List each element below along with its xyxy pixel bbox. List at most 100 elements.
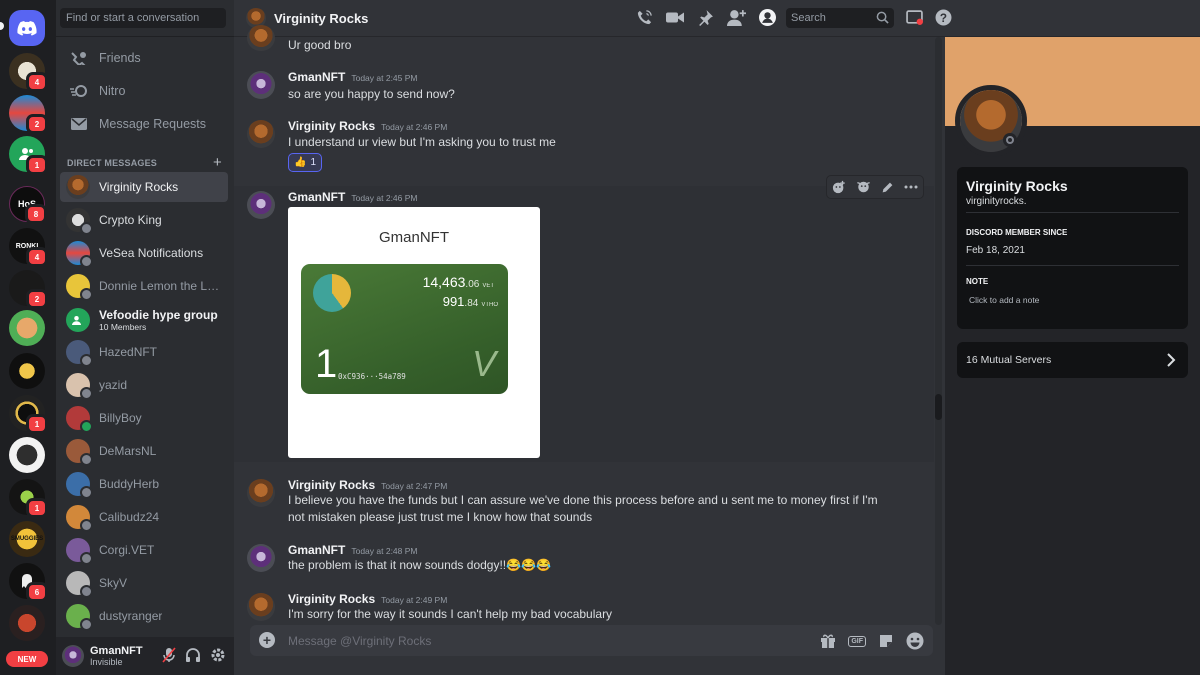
message-author[interactable]: GmanNFT xyxy=(288,70,345,84)
super-reaction-icon[interactable] xyxy=(856,180,871,194)
avatar[interactable] xyxy=(247,544,275,572)
sticker-icon[interactable] xyxy=(878,633,894,649)
create-dm-plus-icon[interactable]: + xyxy=(213,154,222,171)
profile-avatar[interactable] xyxy=(955,85,1027,157)
wallet-address: 0xC936···54a789 xyxy=(338,372,406,381)
user-avatar[interactable] xyxy=(62,645,84,667)
avatar[interactable] xyxy=(247,191,275,219)
video-call-icon[interactable] xyxy=(666,9,684,26)
show-user-profile-icon[interactable] xyxy=(759,9,776,26)
avatar xyxy=(66,340,93,367)
nav-friends[interactable]: Friends xyxy=(60,43,228,73)
nav-label: Nitro xyxy=(99,84,126,98)
friends-icon xyxy=(68,50,90,66)
edit-pencil-icon[interactable] xyxy=(881,181,894,194)
dm-item[interactable]: VeSea Notifications xyxy=(60,238,228,268)
member-since-label: DISCORD MEMBER SINCE xyxy=(966,228,1068,237)
avatar[interactable] xyxy=(247,120,275,148)
message-author[interactable]: Virginity Rocks xyxy=(288,119,375,133)
server-icon[interactable] xyxy=(9,437,45,473)
dm-item[interactable]: Corgi.VET xyxy=(60,535,228,565)
reaction-thumbs-up[interactable]: 👍 1 xyxy=(288,153,322,172)
dm-name: yazid xyxy=(99,378,128,392)
server-icon[interactable]: 2 xyxy=(9,270,48,309)
server-icon[interactable] xyxy=(9,353,45,389)
gift-icon[interactable] xyxy=(820,633,836,649)
server-icon[interactable]: SMUGGIES xyxy=(9,521,45,557)
voice-call-icon[interactable] xyxy=(636,9,653,26)
more-options-icon[interactable] xyxy=(904,184,918,190)
dm-item[interactable]: Calibudz24 xyxy=(60,502,228,532)
add-reaction-icon[interactable] xyxy=(832,180,846,194)
add-friend-to-dm-icon[interactable] xyxy=(727,9,746,26)
dm-item[interactable]: BillyBoy xyxy=(60,403,228,433)
new-unreads-pill[interactable]: NEW xyxy=(6,651,48,667)
user-info[interactable]: GmanNFT Invisible xyxy=(90,645,143,668)
unread-badge: 4 xyxy=(26,72,48,92)
headphones-icon[interactable] xyxy=(185,647,201,663)
mutual-servers-button[interactable]: 16 Mutual Servers xyxy=(957,342,1188,378)
server-icon[interactable]: 6 xyxy=(9,563,48,602)
message-author[interactable]: GmanNFT xyxy=(288,543,345,557)
discord-home-button[interactable] xyxy=(9,10,45,46)
avatar xyxy=(66,571,93,598)
avatar xyxy=(66,505,93,532)
server-icon[interactable]: 2 xyxy=(9,95,48,134)
status-indicator xyxy=(80,618,93,631)
upload-plus-icon[interactable]: + xyxy=(259,632,275,648)
settings-gear-icon[interactable] xyxy=(210,647,226,663)
server-icon[interactable]: RONKI 4 xyxy=(9,228,48,267)
dm-item[interactable]: HazedNFT xyxy=(60,337,228,367)
message-timestamp: Today at 2:47 PM xyxy=(381,481,448,491)
dm-item[interactable]: dustyranger xyxy=(60,601,228,631)
avatar xyxy=(66,241,93,268)
dm-name: Corgi.VET xyxy=(99,543,155,557)
server-icon[interactable]: 1 xyxy=(9,395,48,434)
nav-nitro[interactable]: Nitro xyxy=(60,76,228,106)
message-author[interactable]: Virginity Rocks xyxy=(288,478,375,492)
message-author[interactable]: GmanNFT xyxy=(288,190,345,204)
server-icon[interactable]: 1 xyxy=(9,479,48,518)
dm-item[interactable]: Vefoodie hype group 10 Members xyxy=(60,304,228,336)
server-icon[interactable]: HoS 8 xyxy=(9,186,47,224)
inbox-icon[interactable] xyxy=(906,9,923,26)
dm-name: dustyranger xyxy=(99,609,163,623)
find-conversation-button[interactable]: Find or start a conversation xyxy=(60,8,226,28)
channel-title[interactable]: Virginity Rocks xyxy=(274,11,368,26)
dm-item[interactable]: Virginity Rocks xyxy=(60,172,228,202)
dm-item[interactable]: Crypto King xyxy=(60,205,228,235)
message-timestamp: Today at 2:45 PM xyxy=(351,73,418,83)
pinned-messages-icon[interactable] xyxy=(697,9,714,26)
mute-microphone-icon[interactable] xyxy=(162,647,176,663)
scrollbar-thumb[interactable] xyxy=(935,394,942,420)
scrollbar-track[interactable] xyxy=(935,37,942,625)
dm-item[interactable]: SkyV xyxy=(60,568,228,598)
message-input[interactable]: Message @Virginity Rocks xyxy=(288,634,431,648)
image-attachment[interactable]: GmanNFT 14,463.06 VET 991.84 VTHO 1 0xC936… xyxy=(288,207,540,458)
gif-picker-button[interactable]: GIF xyxy=(848,635,866,647)
avatar[interactable] xyxy=(247,593,275,621)
note-input[interactable]: Click to add a note xyxy=(969,295,1039,305)
help-icon[interactable]: ? xyxy=(935,9,952,26)
dm-name: DeMarsNL xyxy=(99,444,157,458)
message-author[interactable]: Virginity Rocks xyxy=(288,592,375,606)
server-icon[interactable]: 1 xyxy=(9,136,48,175)
avatar[interactable] xyxy=(247,71,275,99)
profile-card: Virginity Rocks virginityrocks. DISCORD … xyxy=(957,167,1188,329)
avatar[interactable] xyxy=(247,479,275,507)
unread-badge: 1 xyxy=(26,498,48,518)
emoji-picker-icon[interactable] xyxy=(906,632,924,650)
dm-item[interactable]: Donnie Lemon the Lo... xyxy=(60,271,228,301)
server-icon[interactable] xyxy=(9,310,45,346)
dm-item[interactable]: yazid xyxy=(60,370,228,400)
server-icon[interactable] xyxy=(9,605,45,641)
dm-item[interactable]: BuddyHerb xyxy=(60,469,228,499)
avatar xyxy=(66,604,93,631)
message-timestamp: Today at 2:46 PM xyxy=(381,122,448,132)
unread-badge: 4 xyxy=(26,247,48,267)
dm-item[interactable]: DeMarsNL xyxy=(60,436,228,466)
server-icon[interactable]: 4 xyxy=(9,53,48,92)
nav-message-requests[interactable]: Message Requests xyxy=(60,109,228,139)
mail-icon xyxy=(68,116,90,132)
search-input[interactable]: Search xyxy=(786,8,894,28)
